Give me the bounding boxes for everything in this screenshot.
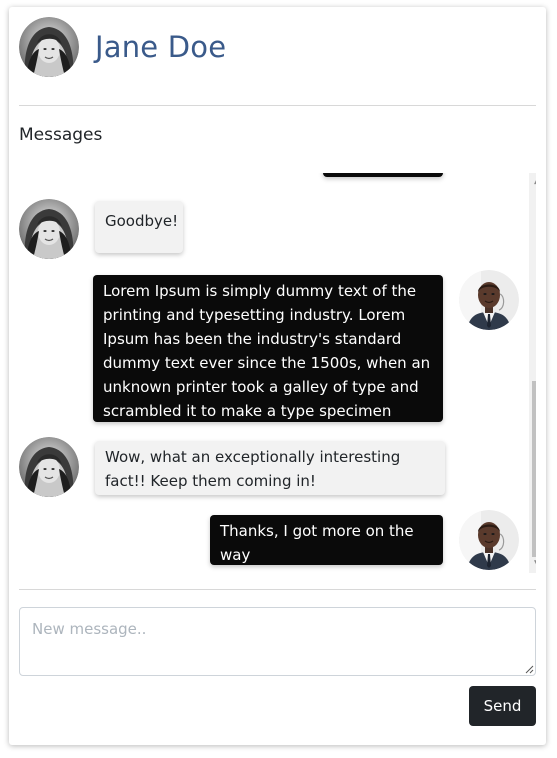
message-bubble-mine (323, 173, 443, 177)
messages-scrollbar[interactable]: ▲ ▼ (529, 173, 536, 573)
jane-avatar-image (19, 199, 79, 259)
scroll-down-arrow-icon[interactable]: ▼ (529, 556, 536, 573)
new-message-input[interactable] (19, 607, 536, 676)
message-bubble-mine: Lorem Ipsum is simply dummy text of the … (93, 275, 443, 444)
contact-avatar (19, 17, 79, 77)
messages-heading: Messages (19, 125, 103, 145)
contact-avatar (19, 437, 79, 497)
jane-avatar-image (19, 437, 79, 497)
scroll-up-arrow-icon[interactable]: ▲ (529, 173, 536, 190)
jane-avatar-image (19, 17, 79, 77)
message-row: Wow, what an exceptionally interesting f… (19, 431, 519, 501)
header-divider (19, 105, 536, 106)
chat-card: Jane Doe Messages Goodbye! Lorem Ipsum i… (9, 7, 546, 745)
my-avatar (459, 510, 519, 570)
send-button[interactable]: Send (469, 686, 536, 726)
message-bubble-mine: Thanks, I got more on the way (210, 515, 443, 565)
messages-viewport[interactable]: Goodbye! Lorem Ipsum is simply dummy tex… (19, 173, 536, 573)
message-row: Lorem Ipsum is simply dummy text of the … (19, 267, 519, 444)
message-row: Thanks, I got more on the way (19, 507, 519, 573)
message-row (19, 173, 519, 183)
resize-grip-icon[interactable] (524, 664, 534, 674)
chat-header: Jane Doe (19, 17, 226, 77)
man-avatar-image (459, 510, 519, 570)
contact-name: Jane Doe (95, 30, 227, 64)
scroll-thumb[interactable] (532, 381, 536, 557)
message-bubble-theirs: Goodbye! (95, 201, 183, 253)
composer-divider (19, 589, 536, 590)
contact-avatar (19, 199, 79, 259)
message-row: Goodbye! (19, 193, 519, 263)
my-avatar (459, 270, 519, 330)
message-bubble-theirs: Wow, what an exceptionally interesting f… (95, 441, 445, 495)
man-avatar-image (459, 270, 519, 330)
